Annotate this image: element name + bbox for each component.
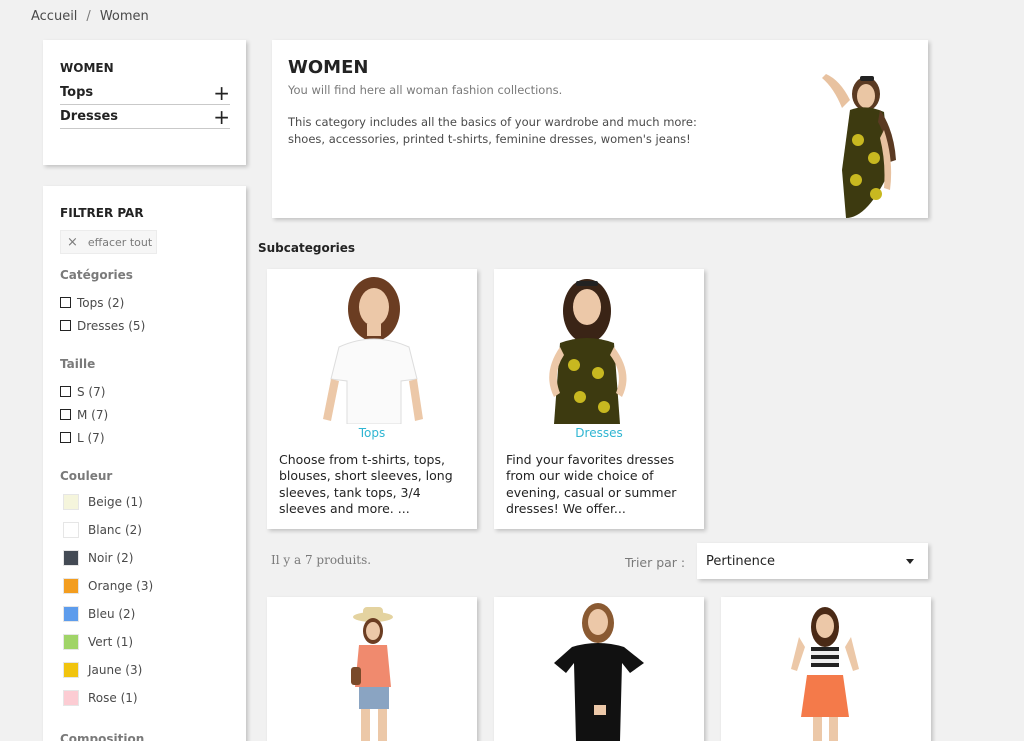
facet-label[interactable]: S (7): [77, 385, 105, 399]
facet-checkbox-size-l[interactable]: L (7): [60, 426, 246, 449]
breadcrumb-separator: /: [86, 9, 91, 24]
facet-checkbox-tops[interactable]: Tops (2): [60, 291, 246, 314]
facet-checkbox-size-m[interactable]: M (7): [60, 403, 246, 426]
color-swatch-label[interactable]: Noir (2): [88, 551, 133, 565]
color-swatch[interactable]: [63, 634, 79, 650]
color-swatch-label[interactable]: Beige (1): [88, 495, 143, 509]
color-swatch[interactable]: [63, 550, 79, 566]
product-card[interactable]: [494, 597, 704, 741]
color-swatch-item[interactable]: Orange (3): [60, 572, 246, 600]
color-swatch-item[interactable]: Jaune (3): [60, 656, 246, 684]
facet-title-categories: Catégories: [60, 268, 133, 282]
category-hero-image: [822, 74, 896, 218]
category-tree: WOMEN Tops + Dresses +: [43, 40, 246, 165]
color-swatch-label[interactable]: Jaune (3): [88, 663, 142, 677]
product-image[interactable]: [494, 597, 704, 741]
category-tree-item-label[interactable]: Dresses: [60, 109, 118, 124]
color-swatch-item[interactable]: Bleu (2): [60, 600, 246, 628]
product-card[interactable]: [721, 597, 931, 741]
color-swatch-label[interactable]: Blanc (2): [88, 523, 142, 537]
product-image[interactable]: [267, 597, 477, 741]
checkbox-icon[interactable]: [60, 297, 71, 308]
dresses-model-image[interactable]: [494, 269, 704, 424]
facet-label[interactable]: Dresses (5): [77, 319, 145, 333]
filters-panel: FILTRER PAR × effacer tout Catégories To…: [43, 186, 246, 741]
color-swatch[interactable]: [63, 522, 79, 538]
subcategory-image-tops[interactable]: [267, 269, 477, 425]
category-tree-title: WOMEN: [60, 61, 114, 75]
color-swatch[interactable]: [63, 690, 79, 706]
checkbox-icon[interactable]: [60, 409, 71, 420]
facet-checkbox-size-s[interactable]: S (7): [60, 380, 246, 403]
color-swatch-label[interactable]: Orange (3): [88, 579, 153, 593]
chevron-down-icon[interactable]: [906, 558, 914, 564]
close-icon[interactable]: ×: [67, 235, 78, 250]
facet-title-color: Couleur: [60, 469, 113, 483]
color-swatch[interactable]: [63, 494, 79, 510]
category-description: This category includes all the basics of…: [288, 115, 697, 146]
subcategory-name-tops[interactable]: Tops: [267, 426, 477, 440]
color-swatch-item[interactable]: Beige (1): [60, 488, 246, 516]
facet-title-composition: Composition: [60, 732, 145, 741]
facet-label[interactable]: L (7): [77, 431, 105, 445]
subcategory-description-dresses: Find your favorites dresses from our wid…: [506, 452, 677, 516]
color-swatch-item[interactable]: Rose (1): [60, 684, 246, 712]
breadcrumb: Accueil / Women: [31, 9, 149, 24]
facet-checkbox-dresses[interactable]: Dresses (5): [60, 314, 246, 337]
tops-model-image[interactable]: [267, 269, 477, 425]
sort-label: Trier par :: [625, 555, 686, 570]
checkbox-icon[interactable]: [60, 386, 71, 397]
subcategory-image-dresses[interactable]: [494, 269, 704, 424]
color-swatch-label[interactable]: Vert (1): [88, 635, 133, 649]
product-card[interactable]: [267, 597, 477, 741]
color-swatch-label[interactable]: Rose (1): [88, 691, 138, 705]
category-tree-item-dresses[interactable]: Dresses +: [60, 105, 230, 129]
color-swatch-item[interactable]: Blanc (2): [60, 516, 246, 544]
subcategory-card-tops[interactable]: Tops Choose from t-shirts, tops, blouses…: [267, 269, 477, 529]
checkbox-icon[interactable]: [60, 432, 71, 443]
checkbox-icon[interactable]: [60, 320, 71, 331]
facet-title-size: Taille: [60, 357, 96, 371]
color-swatch[interactable]: [63, 662, 79, 678]
expand-plus-icon[interactable]: +: [213, 107, 230, 127]
product-count: Il y a 7 produits.: [271, 553, 372, 567]
category-header: WOMEN You will find here all woman fashi…: [272, 40, 928, 218]
sort-selected-value[interactable]: Pertinence: [706, 554, 775, 569]
subcategory-description-tops: Choose from t-shirts, tops, blouses, sho…: [279, 452, 453, 516]
filters-title: FILTRER PAR: [60, 206, 144, 220]
color-swatch-label[interactable]: Bleu (2): [88, 607, 135, 621]
breadcrumb-home-link[interactable]: Accueil: [31, 9, 77, 24]
subcategories-title: Subcategories: [258, 241, 356, 255]
color-swatch[interactable]: [63, 578, 79, 594]
clear-all-label[interactable]: effacer tout: [88, 236, 152, 249]
subcategory-card-dresses[interactable]: Dresses Find your favorites dresses from…: [494, 269, 704, 529]
color-swatch-item[interactable]: Noir (2): [60, 544, 246, 572]
breadcrumb-current: Women: [99, 9, 149, 24]
product-image[interactable]: [721, 597, 931, 741]
color-swatch-item[interactable]: Vert (1): [60, 628, 246, 656]
color-facet-list: Beige (1) Blanc (2) Noir (2) Orange (3) Bleu…: [60, 488, 246, 712]
clear-all-button[interactable]: × effacer tout: [60, 230, 158, 254]
color-swatch[interactable]: [63, 606, 79, 622]
category-tree-item-label[interactable]: Tops: [60, 85, 93, 100]
subcategory-name-dresses[interactable]: Dresses: [494, 426, 704, 440]
sort-dropdown[interactable]: Pertinence: [697, 543, 928, 579]
facet-label[interactable]: M (7): [77, 408, 108, 422]
facet-label[interactable]: Tops (2): [77, 296, 124, 310]
expand-plus-icon[interactable]: +: [213, 83, 230, 103]
category-tree-item-tops[interactable]: Tops +: [60, 81, 230, 105]
